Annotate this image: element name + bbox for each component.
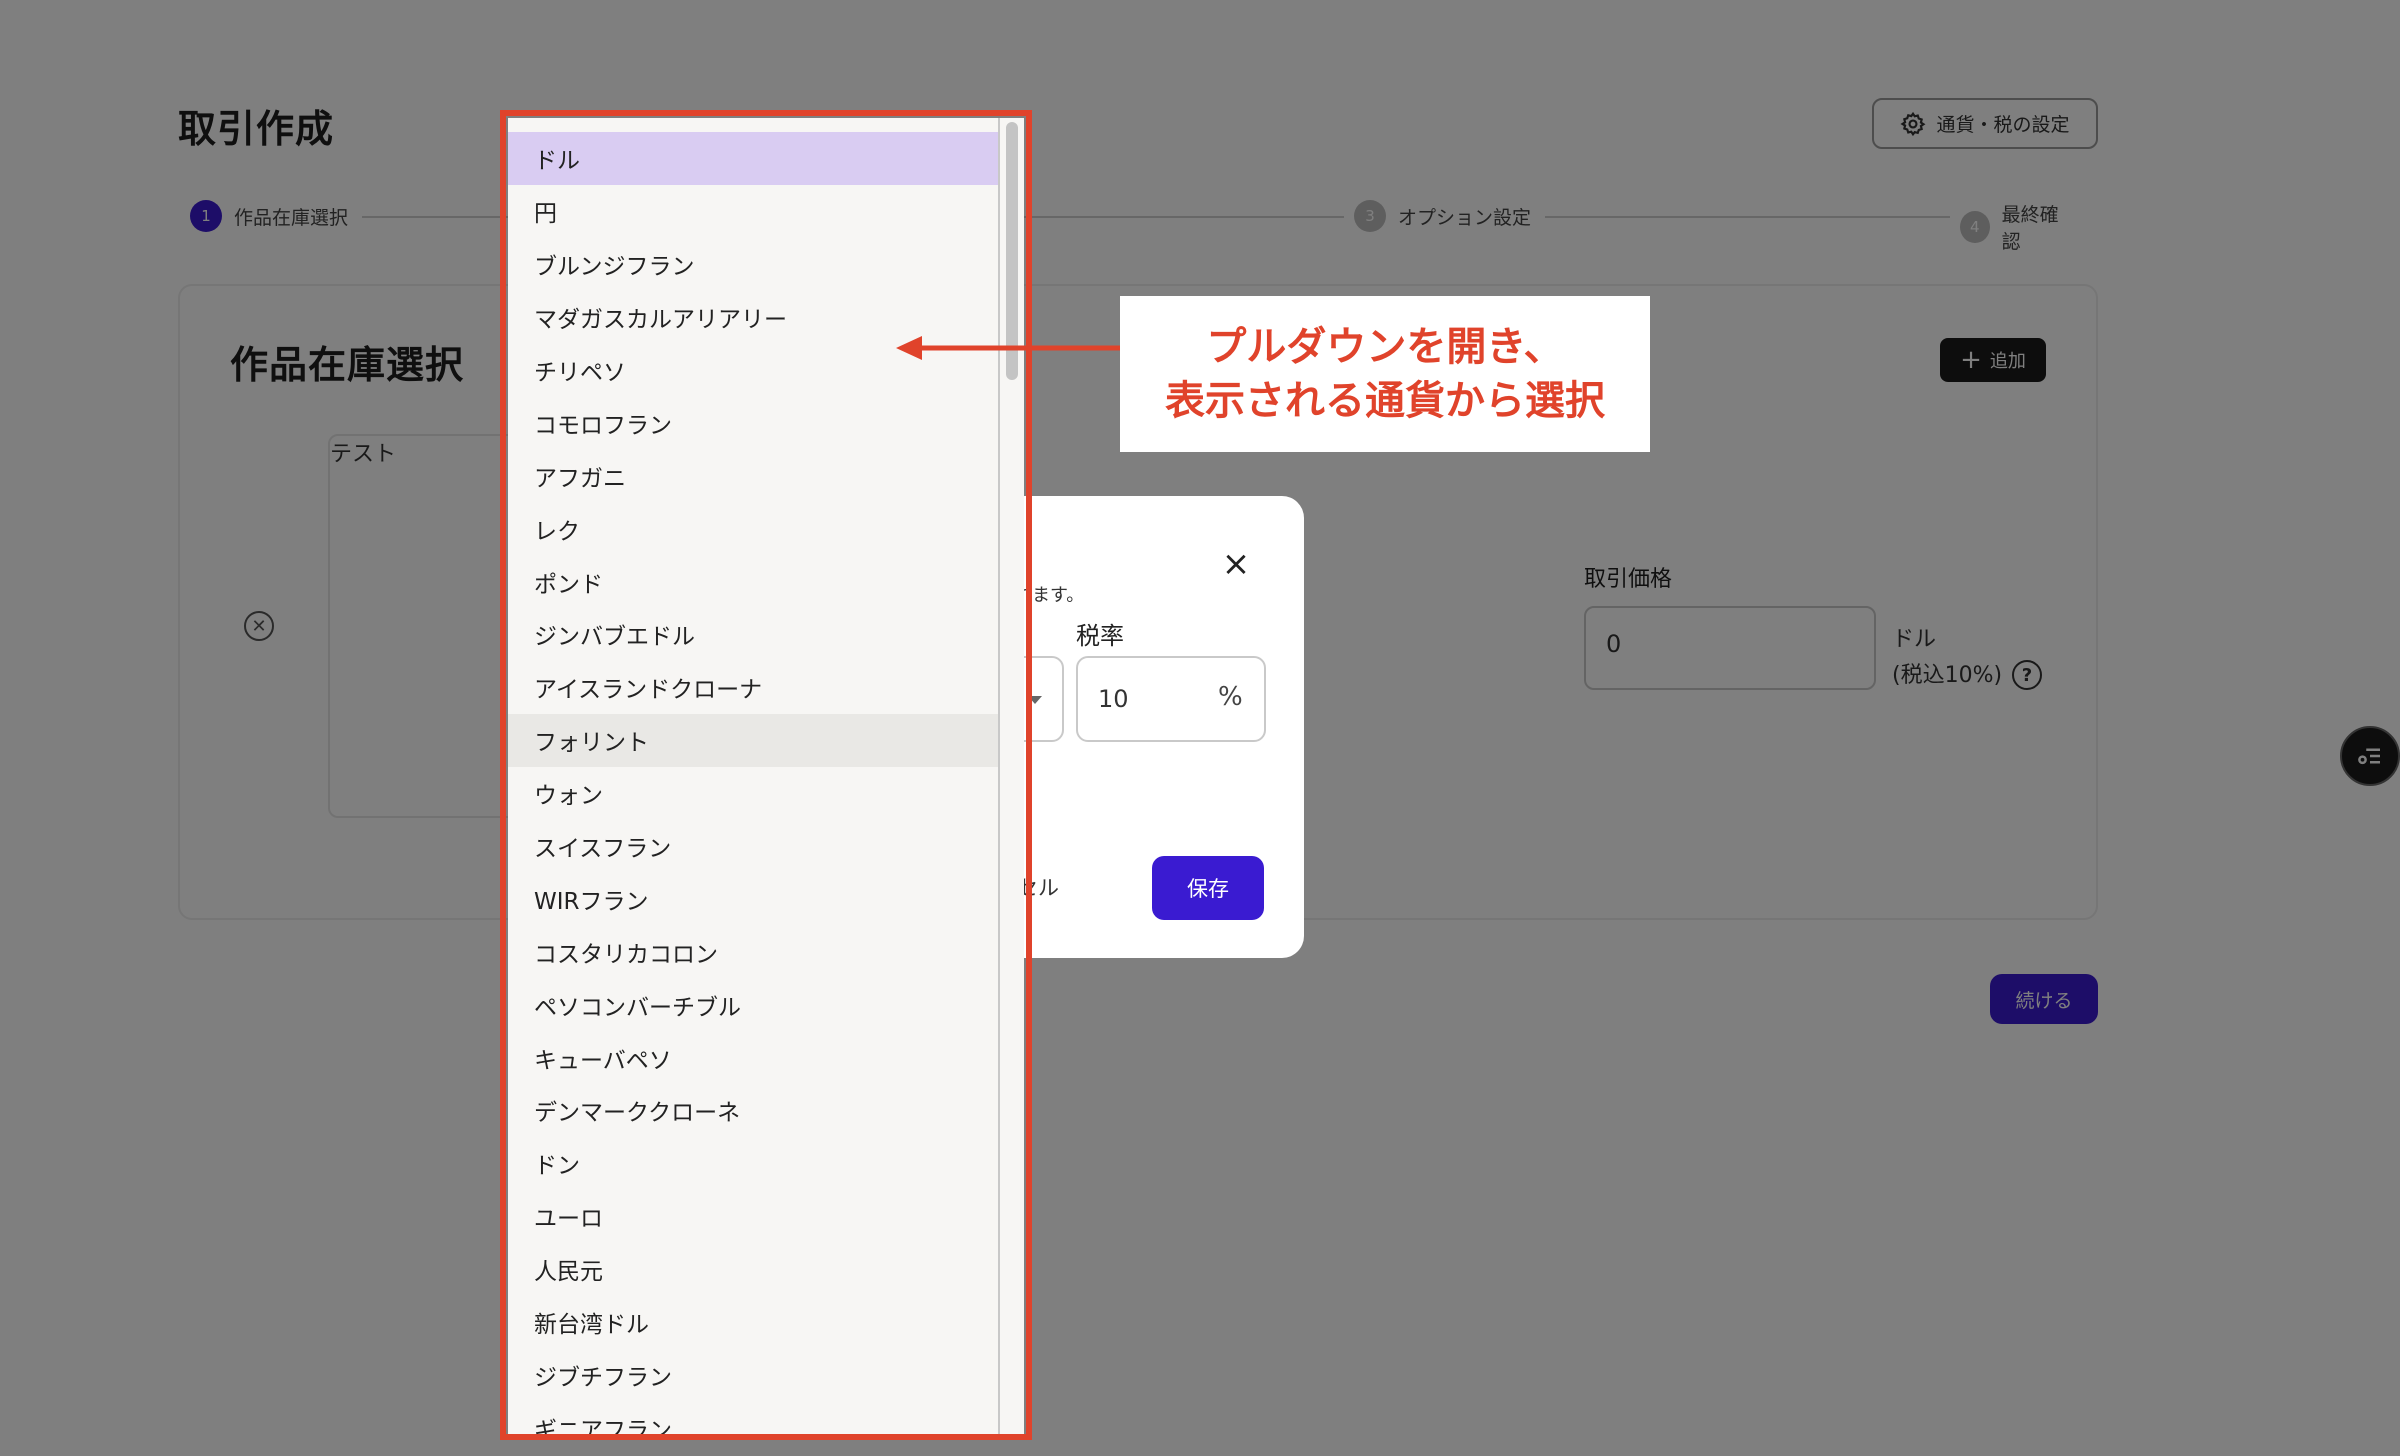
annotation-arrow-icon [896,336,1126,360]
callout-line-2: 表示される通貨から選択 [1165,378,1605,424]
save-button[interactable]: 保存 [1152,856,1264,920]
annotation-callout: プルダウンを開き、 表示される通貨から選択 [1120,296,1650,452]
callout-line-1: プルダウンを開き、 [1206,324,1564,370]
close-icon[interactable]: × [1216,544,1256,584]
tax-rate-label: 税率 [1076,622,1124,650]
dropdown-scroll-track [998,118,1000,1434]
percent-unit: % [1218,682,1243,712]
dropdown-highlight-frame [500,110,1032,1440]
